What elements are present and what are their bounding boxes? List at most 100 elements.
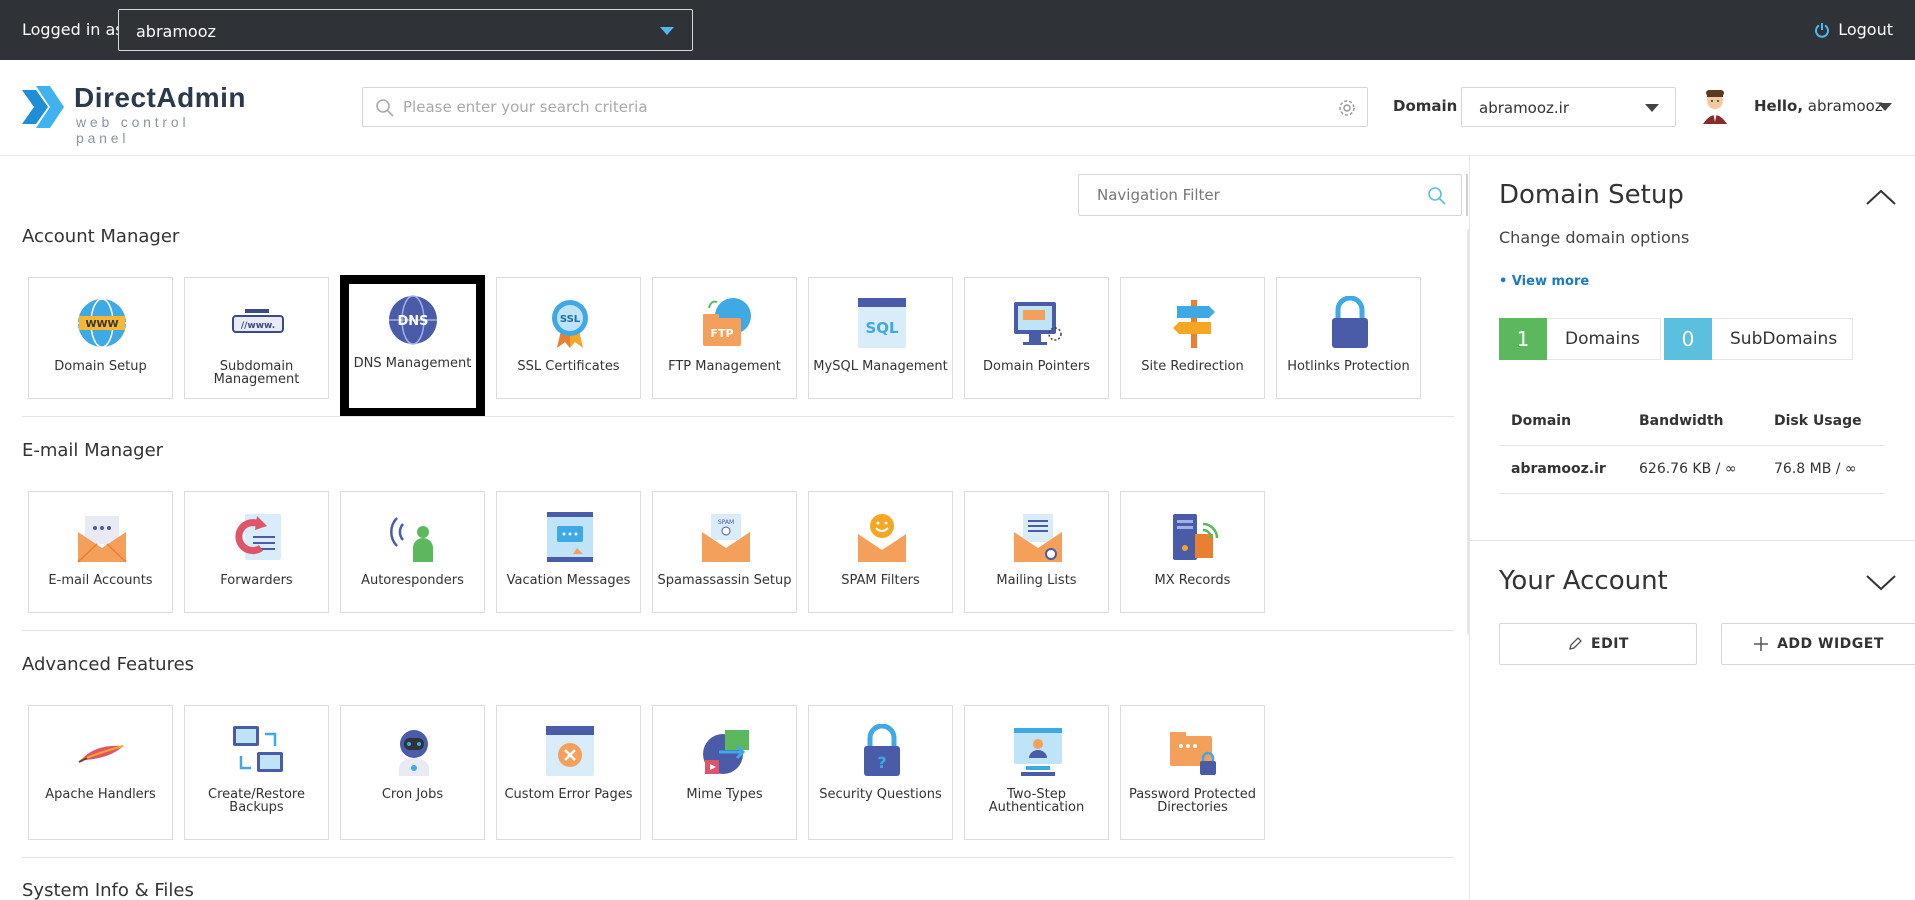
tile-label: Password Protected Directories — [1128, 787, 1257, 815]
tile-label: E-mail Accounts — [48, 573, 153, 588]
tile-email-accounts[interactable]: E-mail Accounts — [28, 491, 173, 613]
dns-globe-icon: DNS — [389, 295, 437, 345]
domains-label: Domains — [1547, 318, 1661, 360]
svg-text:SPAM: SPAM — [718, 519, 734, 526]
search-icon — [376, 99, 394, 117]
section-title-advanced-features: Advanced Features — [22, 654, 195, 675]
person-signal-icon — [390, 517, 433, 562]
widget-title-domain-setup: Domain Setup — [1499, 180, 1684, 210]
svg-text:WWW: WWW — [85, 319, 118, 330]
hello-greeting[interactable]: Hello, abramooz — [1754, 97, 1883, 115]
svg-text:DNS: DNS — [397, 314, 428, 329]
cell-bandwidth: 626.76 KB / ∞ — [1639, 461, 1737, 477]
question-lock-icon: ? — [864, 724, 900, 776]
avatar[interactable] — [1700, 88, 1730, 124]
cell-disk-usage: 76.8 MB / ∞ — [1774, 461, 1857, 477]
tile-label: FTP Management — [668, 359, 781, 374]
search-input[interactable] — [403, 88, 1303, 126]
navigation-filter-input[interactable] — [1097, 175, 1417, 215]
chevron-down-icon[interactable] — [1878, 103, 1892, 111]
plus-icon — [1754, 637, 1769, 651]
cell-domain[interactable]: abramooz.ir — [1511, 461, 1606, 477]
tile-domain-pointers[interactable]: Domain Pointers — [964, 277, 1109, 399]
divider — [22, 630, 1454, 631]
tile-label: Site Redirection — [1141, 359, 1244, 374]
tile-mailing-lists[interactable]: Mailing Lists — [964, 491, 1109, 613]
tile-label: Mime Types — [686, 787, 763, 802]
tile-spam-filters[interactable]: SPAM Filters — [808, 491, 953, 613]
tile-subdomain-management[interactable]: //www. Subdomain Management — [184, 277, 329, 399]
column-header-disk-usage: Disk Usage — [1774, 413, 1862, 429]
tile-security-questions[interactable]: ? Security Questions — [808, 705, 953, 840]
logo-tagline: web control panel — [76, 114, 190, 146]
tile-hotlinks-protection[interactable]: Hotlinks Protection — [1276, 277, 1421, 399]
section-title-email-manager: E-mail Manager — [22, 440, 164, 461]
tile-label: DNS Management — [353, 356, 472, 371]
add-widget-button[interactable]: ADD WIDGET — [1721, 623, 1915, 665]
hello-user: abramooz — [1807, 97, 1883, 115]
tile-label: Security Questions — [819, 787, 942, 802]
tile-two-step-authentication[interactable]: Two-Step Authentication — [964, 705, 1109, 840]
divider — [22, 857, 1454, 858]
svg-text:?: ? — [877, 753, 886, 772]
tile-cron-jobs[interactable]: Cron Jobs — [340, 705, 485, 840]
tile-mime-types[interactable]: Mime Types — [652, 705, 797, 840]
tile-label: Domain Pointers — [983, 359, 1090, 374]
chevron-down-icon[interactable] — [1865, 574, 1897, 592]
tile-label: Spamassassin Setup — [657, 573, 792, 588]
subdomains-count: 0 — [1664, 318, 1712, 360]
tile-dns-management[interactable]: DNS DNS Management — [340, 275, 485, 417]
tile-site-redirection[interactable]: Site Redirection — [1120, 277, 1265, 399]
tile-apache-handlers[interactable]: Apache Handlers — [28, 705, 173, 840]
navigation-filter[interactable] — [1078, 174, 1462, 216]
view-more-link[interactable]: • View more — [1499, 274, 1589, 289]
tile-domain-setup[interactable]: WWW Domain Setup — [28, 277, 173, 399]
widget-title-your-account: Your Account — [1499, 566, 1668, 596]
logout-button[interactable]: Logout — [1814, 20, 1893, 39]
domains-count: 1 — [1499, 318, 1547, 360]
signpost-icon — [1173, 300, 1215, 348]
gear-icon[interactable] — [1337, 98, 1357, 118]
domain-select[interactable]: abramooz.ir — [1461, 87, 1676, 127]
tile-mysql-management[interactable]: SQL MySQL Management — [808, 277, 953, 399]
table-header-row: Domain Bandwidth Disk Usage — [1499, 398, 1884, 446]
tile-label: SPAM Filters — [841, 573, 920, 588]
tile-custom-error-pages[interactable]: Custom Error Pages — [496, 705, 641, 840]
robot-icon — [399, 730, 429, 776]
tile-forwarders[interactable]: Forwarders — [184, 491, 329, 613]
logged-in-label: Logged in as — [22, 20, 124, 39]
logo[interactable]: DirectAdmin web control panel — [20, 82, 250, 146]
tile-autoresponders[interactable]: Autoresponders — [340, 491, 485, 613]
tile-ftp-management[interactable]: FTP FTP Management — [652, 277, 797, 399]
feather-icon — [78, 745, 124, 763]
user-select[interactable]: abramooz — [118, 9, 693, 51]
auth-screen-icon — [1014, 728, 1062, 776]
tile-create-restore-backups[interactable]: Create/Restore Backups — [184, 705, 329, 840]
tile-label: MX Records — [1154, 573, 1231, 588]
widget-subtitle: Change domain options — [1499, 228, 1690, 247]
tile-label: Create/Restore Backups — [208, 787, 305, 815]
column-header-domain: Domain — [1511, 413, 1572, 429]
table-row[interactable]: abramooz.ir 626.76 KB / ∞ 76.8 MB / ∞ — [1499, 446, 1884, 494]
tile-label: Mailing Lists — [996, 573, 1077, 588]
tile-label: Forwarders — [220, 573, 293, 588]
tile-label: Apache Handlers — [45, 787, 156, 802]
tile-vacation-messages[interactable]: Vacation Messages — [496, 491, 641, 613]
divider — [1470, 540, 1915, 541]
tile-mx-records[interactable]: MX Records — [1120, 491, 1265, 613]
smile-envelope-icon — [858, 514, 906, 562]
search-box[interactable] — [362, 87, 1368, 127]
tile-password-protected-directories[interactable]: Password Protected Directories — [1120, 705, 1265, 840]
edit-button[interactable]: EDIT — [1499, 623, 1697, 665]
tile-ssl-certificates[interactable]: SSL SSL Certificates — [496, 277, 641, 399]
error-page-icon — [546, 726, 594, 776]
logo-name: DirectAdmin — [74, 82, 246, 113]
right-panel: Domain Setup Change domain options • Vie… — [1469, 156, 1915, 900]
chevron-up-icon[interactable] — [1865, 188, 1897, 206]
domain-select-value: abramooz.ir — [1479, 99, 1570, 117]
server-signal-icon — [1173, 514, 1219, 560]
directadmin-logo-icon — [22, 86, 64, 128]
tile-spamassassin-setup[interactable]: SPAM Spamassassin Setup — [652, 491, 797, 613]
power-icon — [1815, 22, 1830, 38]
tile-label: SSL Certificates — [517, 359, 620, 374]
